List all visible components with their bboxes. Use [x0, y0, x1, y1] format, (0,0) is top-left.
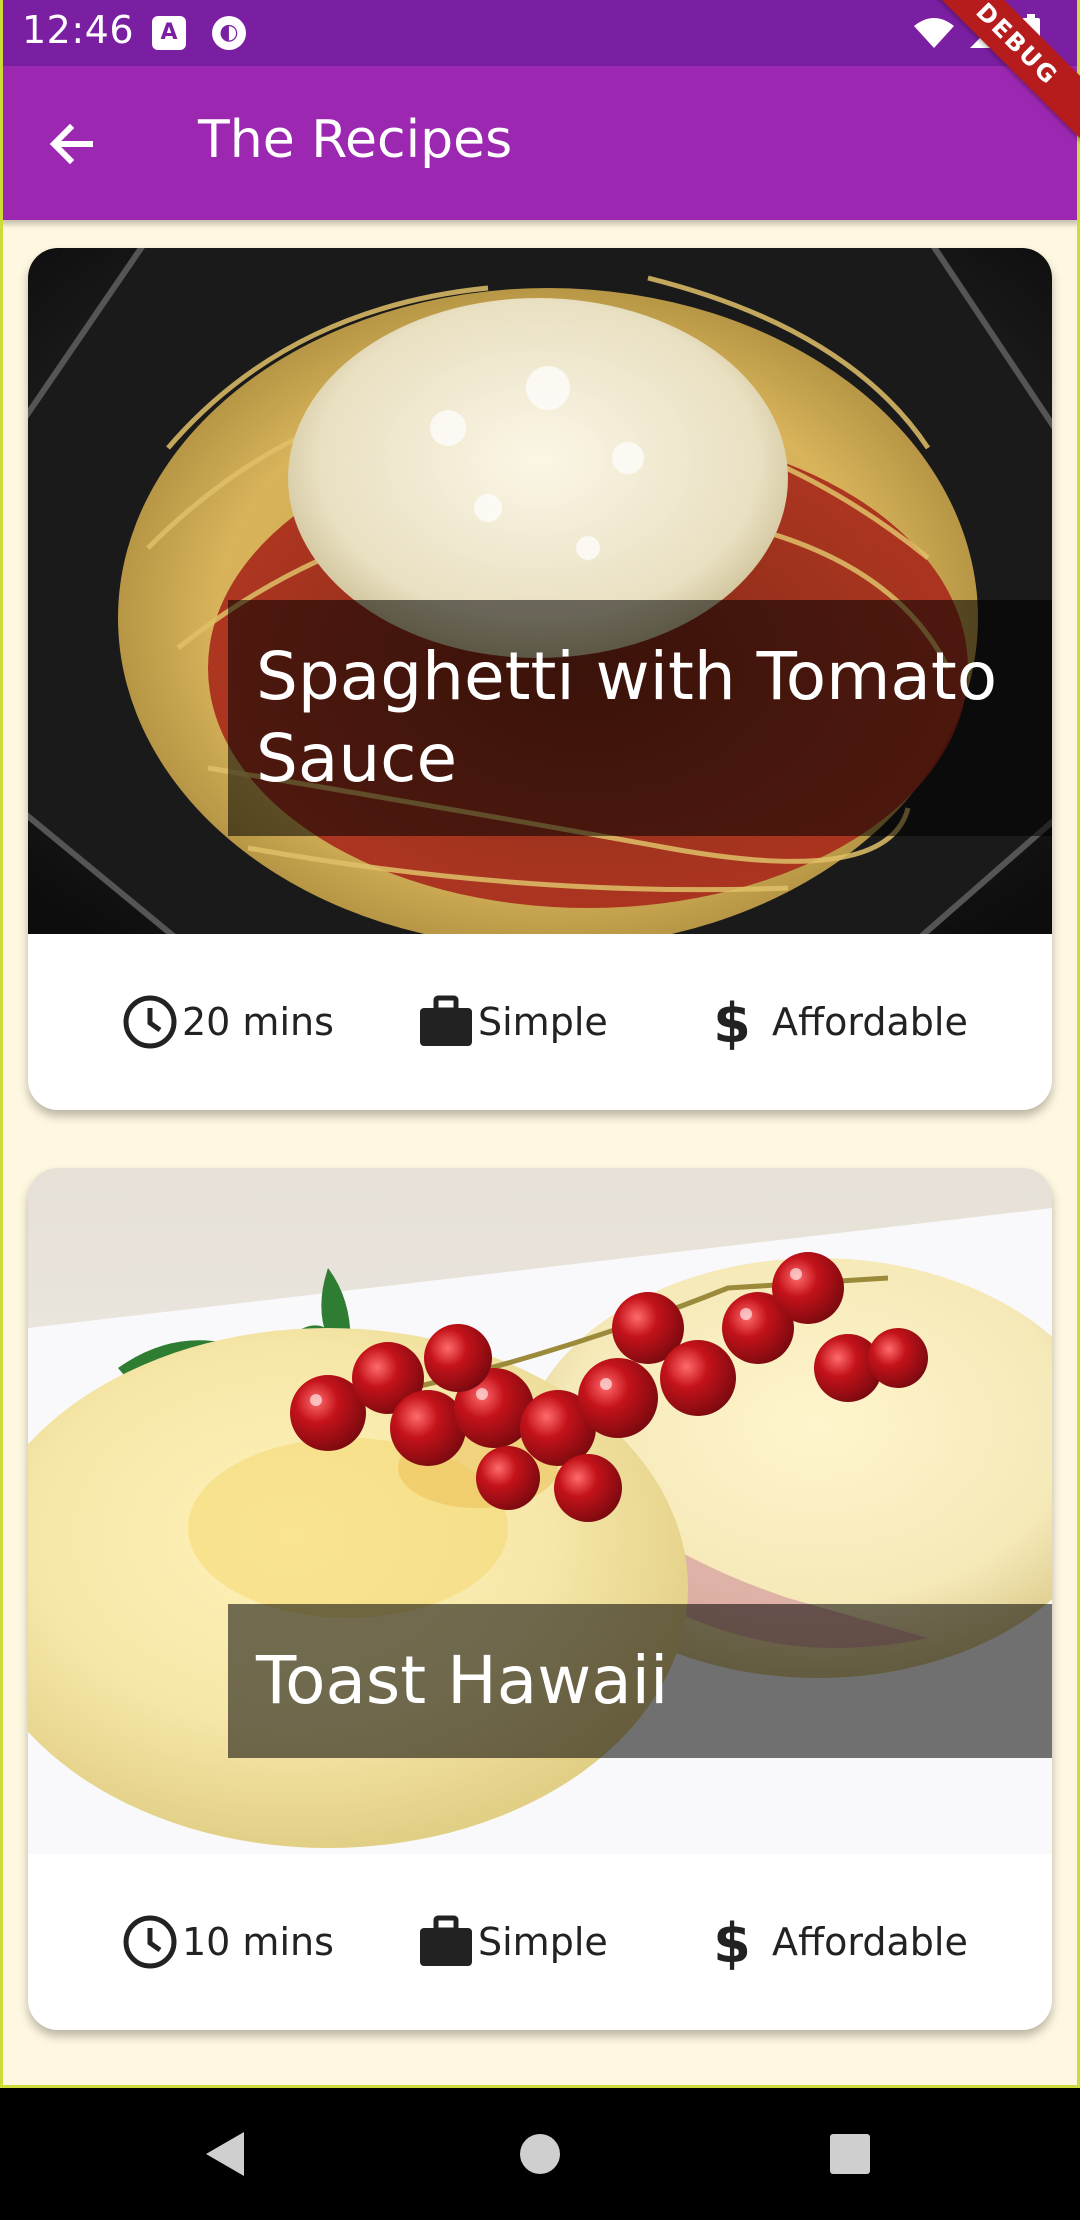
affordability-label: Affordable	[772, 1000, 968, 1044]
page-title: The Recipes	[198, 110, 513, 170]
duration-info: 20 mins	[122, 994, 334, 1050]
recents-square-icon[interactable]	[820, 2124, 880, 2184]
system-nav-bar	[0, 2088, 1080, 2220]
recipe-title-overlay: Spaghetti with Tomato Sauce	[228, 600, 1052, 836]
wifi-icon	[914, 18, 954, 48]
recipe-card[interactable]: Spaghetti with Tomato Sauce 20 mins Simp…	[28, 248, 1052, 1110]
app-bar: The Recipes	[0, 66, 1080, 220]
recipe-title: Toast Hawaii	[256, 1642, 669, 1719]
recipe-card[interactable]: Toast Hawaii 10 mins Simple $ Affordable	[28, 1168, 1052, 2030]
status-bar: 12:46 A ◐	[0, 0, 1080, 66]
toast-hawaii-photo: Toast Hawaii	[28, 1168, 1052, 1854]
clock-icon	[123, 995, 177, 1049]
recipe-title-overlay: Toast Hawaii	[228, 1604, 1052, 1758]
back-triangle-icon[interactable]	[196, 2124, 256, 2184]
duration-label: 10 mins	[182, 1920, 334, 1964]
complexity-info: Simple	[418, 994, 608, 1050]
duration-label: 20 mins	[182, 1000, 334, 1044]
home-circle-icon[interactable]	[510, 2124, 570, 2184]
complexity-label: Simple	[478, 1000, 608, 1044]
affordability-label: Affordable	[772, 1920, 968, 1964]
svg-text:$: $	[713, 1914, 751, 1970]
affordability-info: $ Affordable	[704, 994, 968, 1050]
briefcase-icon	[420, 1915, 472, 1966]
dollar-icon: $	[713, 1914, 751, 1970]
recipe-title: Spaghetti with Tomato Sauce	[256, 638, 998, 797]
briefcase-icon	[420, 995, 472, 1046]
spaghetti-photo: Spaghetti with Tomato Sauce	[28, 248, 1052, 934]
a-notification-icon: A	[152, 16, 186, 50]
affordability-info: $ Affordable	[704, 1914, 968, 1970]
complexity-info: Simple	[418, 1914, 608, 1970]
duration-info: 10 mins	[122, 1914, 334, 1970]
circle-notification-icon: ◐	[212, 16, 246, 50]
svg-text:$: $	[713, 994, 751, 1050]
clock-icon	[123, 1915, 177, 1969]
status-time: 12:46	[22, 8, 135, 52]
recipe-info-row: 20 mins Simple $ Affordable	[28, 934, 1052, 1110]
arrow-back-icon[interactable]	[38, 110, 106, 178]
recipe-info-row: 10 mins Simple $ Affordable	[28, 1854, 1052, 2030]
complexity-label: Simple	[478, 1920, 608, 1964]
dollar-icon: $	[713, 994, 751, 1050]
